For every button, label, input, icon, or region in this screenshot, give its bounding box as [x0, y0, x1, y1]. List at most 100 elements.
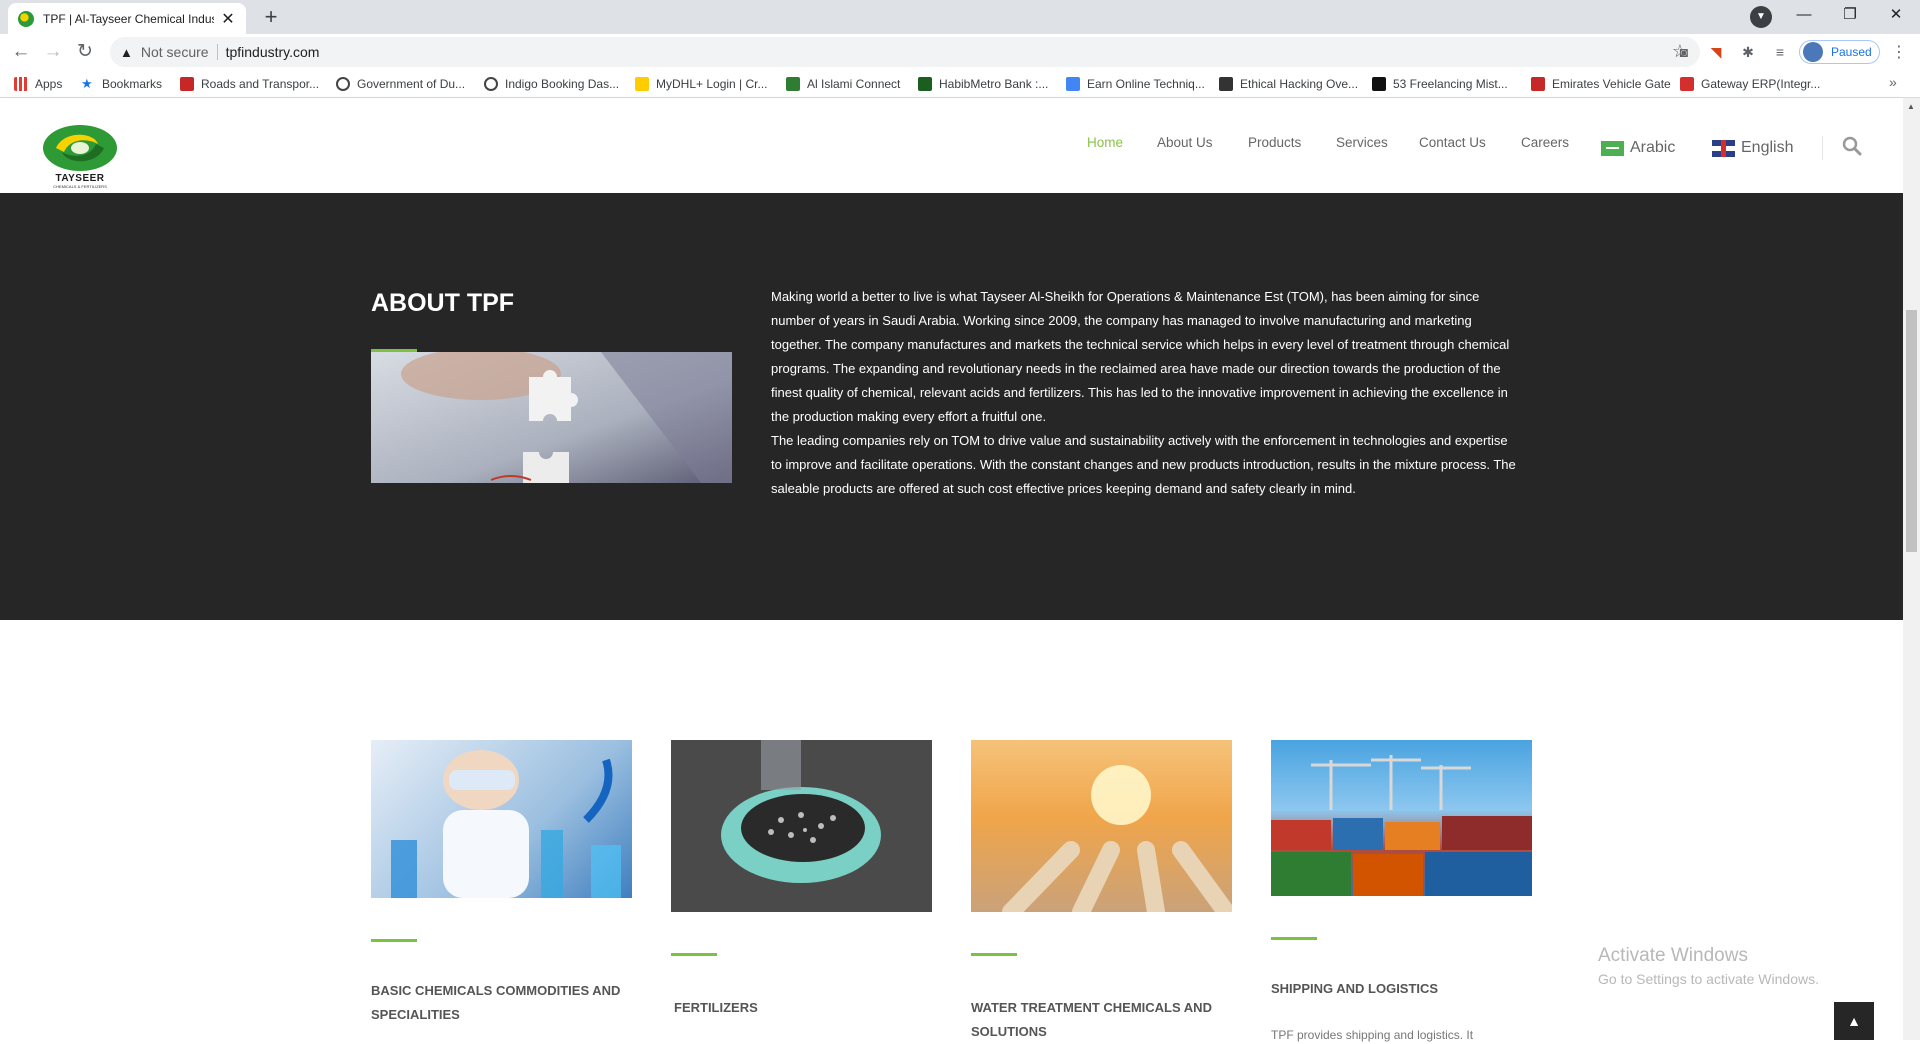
nav-about-us[interactable]: About Us — [1157, 135, 1213, 150]
bookmark-item[interactable]: Indigo Booking Das... — [484, 75, 619, 93]
minimize-button[interactable]: — — [1781, 0, 1827, 30]
site-favicon-icon — [18, 10, 34, 27]
bookmark-label: Indigo Booking Das... — [505, 77, 620, 91]
tab-search-icon[interactable]: ▼ — [1750, 6, 1772, 28]
bookmark-label: Apps — [35, 77, 63, 91]
back-arrow-icon[interactable]: ← — [7, 38, 35, 66]
avatar — [1803, 42, 1823, 62]
omnibox-divider — [216, 44, 218, 60]
bookmark-item[interactable]: ★ Bookmarks — [81, 75, 162, 93]
product-title-chemicals[interactable]: BASIC CHEMICALS COMMODITIES AND SPECIALI… — [371, 979, 641, 1027]
nav-divider — [1822, 136, 1823, 160]
product-image-water-treatment[interactable] — [971, 740, 1232, 912]
product-title-shipping[interactable]: SHIPPING AND LOGISTICS — [1271, 977, 1541, 1001]
about-puzzle-image — [371, 352, 732, 483]
bookmark-item[interactable]: Earn Online Techniq... — [1066, 75, 1205, 93]
fertilizer-illustration — [671, 740, 932, 912]
bookmark-label: Emirates Vehicle Gate — [1552, 77, 1671, 91]
globe-icon — [484, 77, 498, 91]
activate-windows-subtitle: Go to Settings to activate Windows. — [1598, 971, 1819, 987]
nav-contact-us[interactable]: Contact Us — [1419, 135, 1486, 150]
profile-status: Paused — [1831, 45, 1872, 59]
site-header: CHEMICALS & FERTILIZERS TAYSEER CHEMICAL… — [0, 98, 1903, 193]
bookmark-item[interactable]: Government of Du... — [336, 75, 465, 93]
address-bar[interactable]: ▲ Not secure tpfindustry.com ☆ — [110, 37, 1700, 67]
bookmark-item[interactable]: HabibMetro Bank :... — [918, 75, 1048, 93]
bookmark-label: Gateway ERP(Integr... — [1701, 77, 1821, 91]
lang-english-link[interactable]: English — [1712, 139, 1793, 157]
back-to-top-button[interactable]: ▲ — [1834, 1002, 1874, 1040]
scroll-up-arrow-icon[interactable]: ▲ — [1907, 102, 1915, 111]
bookmark-item[interactable]: 53 Freelancing Mist... — [1372, 75, 1508, 93]
warning-icon: ▲ — [120, 44, 133, 60]
browser-toolbar: ← → ↻ ▲ Not secure tpfindustry.com ☆ ◙ ◥… — [0, 34, 1920, 70]
docs-icon — [1066, 77, 1080, 91]
bookmark-item[interactable]: Apps — [14, 75, 62, 93]
bookmark-item[interactable]: Emirates Vehicle Gate — [1531, 75, 1671, 93]
apps-grid-icon — [14, 77, 28, 91]
bookmark-item[interactable]: Al Islami Connect — [786, 75, 900, 93]
product-image-chemicals[interactable] — [371, 740, 632, 898]
restore-button[interactable]: ❐ — [1827, 0, 1873, 30]
logo-wordmark: TAYSEER — [55, 173, 105, 184]
logo-tagline: CHEMICALS & FERTILIZERS — [53, 184, 107, 189]
bookmarks-bar: » Apps ★ Bookmarks Roads and Transpor... Gov… — [0, 70, 1920, 98]
bookmark-label: Earn Online Techniq... — [1087, 77, 1205, 91]
bookmark-item[interactable]: Ethical Hacking Ove... — [1219, 75, 1358, 93]
product-title-fertilizers[interactable]: FERTILIZERS — [674, 996, 944, 1020]
bookmark-label: MyDHL+ Login | Cr... — [656, 77, 768, 91]
browser-tab[interactable]: TPF | Al-Tayseer Chemical Indust ✕ — [8, 3, 246, 34]
about-paragraph: Making world a better to live is what Ta… — [771, 289, 1510, 424]
product-image-shipping[interactable] — [1271, 740, 1532, 896]
product-image-fertilizers[interactable] — [671, 740, 932, 912]
about-section: ABOUT TPF Making world a better to live … — [0, 193, 1903, 620]
security-indicator[interactable]: Not secure — [141, 44, 209, 60]
more-bookmarks-icon[interactable]: » — [1889, 74, 1897, 90]
profile-button[interactable]: Paused — [1799, 40, 1880, 64]
tab-close-icon[interactable]: ✕ — [220, 9, 236, 29]
page-scrollbar[interactable]: ▲ — [1903, 98, 1920, 1040]
reading-list-icon[interactable]: ≡ — [1770, 42, 1790, 62]
lab-illustration — [391, 750, 621, 898]
bookmark-label: Roads and Transpor... — [201, 77, 320, 91]
forward-arrow-icon[interactable]: → — [39, 38, 67, 66]
reload-icon[interactable]: ↻ — [71, 38, 99, 66]
dhl-icon — [635, 77, 649, 91]
product-title-water-treatment[interactable]: WATER TREATMENT CHEMICALS AND SOLUTIONS — [971, 996, 1241, 1044]
diamond-icon — [1219, 77, 1233, 91]
about-title: ABOUT TPF — [371, 289, 515, 317]
about-paragraph: The leading companies rely on TOM to dri… — [771, 433, 1516, 496]
bookmark-item[interactable]: MyDHL+ Login | Cr... — [635, 75, 768, 93]
new-tab-button[interactable]: + — [258, 4, 284, 30]
nav-careers[interactable]: Careers — [1521, 135, 1569, 150]
lang-english-label: English — [1741, 139, 1794, 156]
about-description: Making world a better to live is what Ta… — [771, 285, 1521, 501]
bookmark-label: Bookmarks — [102, 77, 163, 91]
search-icon[interactable] — [1840, 134, 1864, 158]
port-illustration — [1271, 755, 1532, 896]
camera-icon[interactable]: ◙ — [1674, 42, 1694, 62]
nav-home[interactable]: Home — [1087, 135, 1123, 150]
megaphone-icon[interactable]: ◥ — [1706, 42, 1726, 62]
tayseer-logo[interactable]: CHEMICALS & FERTILIZERS TAYSEER CHEMICAL… — [38, 124, 122, 190]
al-islami-icon — [786, 77, 800, 91]
star-icon: ★ — [81, 76, 93, 91]
pipes-illustration — [1002, 765, 1232, 912]
lang-arabic-link[interactable]: Arabic — [1601, 139, 1675, 157]
scroll-thumb[interactable] — [1906, 310, 1917, 552]
bookmark-item[interactable]: Gateway ERP(Integr... — [1680, 75, 1820, 93]
nav-services[interactable]: Services — [1336, 135, 1388, 150]
bookmark-label: Al Islami Connect — [807, 77, 901, 91]
close-window-button[interactable]: ✕ — [1873, 0, 1919, 30]
extensions-puzzle-icon[interactable]: ✱ — [1738, 42, 1758, 62]
bookmark-label: Government of Du... — [357, 77, 466, 91]
bookmark-label: 53 Freelancing Mist... — [1393, 77, 1508, 91]
bookmark-label: Ethical Hacking Ove... — [1240, 77, 1359, 91]
c-icon — [1372, 77, 1386, 91]
card-underline — [671, 953, 717, 956]
nav-products[interactable]: Products — [1248, 135, 1301, 150]
bookmark-item[interactable]: Roads and Transpor... — [180, 75, 319, 93]
menu-kebab-icon[interactable]: ⋮ — [1891, 42, 1907, 62]
url-text[interactable]: tpfindustry.com — [226, 44, 320, 60]
activate-windows-title: Activate Windows — [1598, 945, 1748, 966]
